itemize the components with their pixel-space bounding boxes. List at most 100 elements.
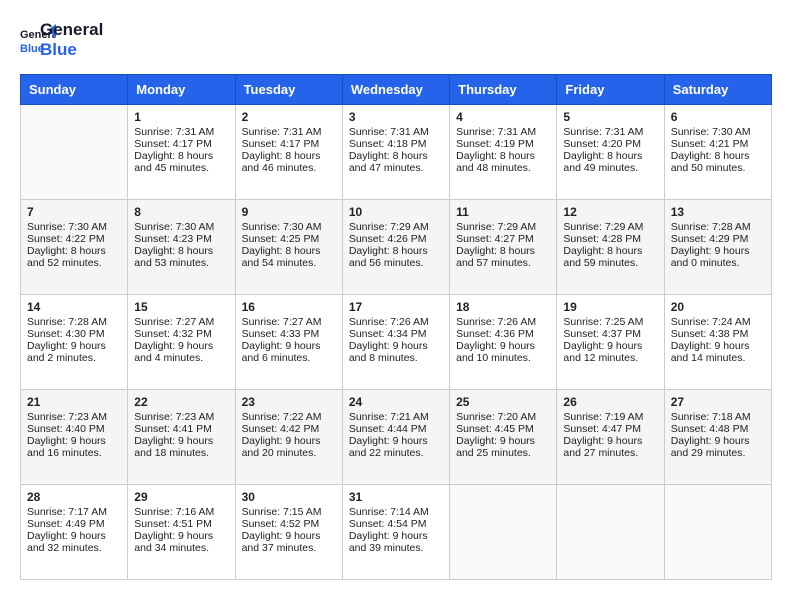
calendar-cell [664, 485, 771, 580]
calendar-week-5: 28 Sunrise: 7:17 AM Sunset: 4:49 PM Dayl… [21, 485, 772, 580]
sunset: Sunset: 4:23 PM [134, 233, 212, 245]
day-number: 24 [349, 395, 443, 409]
day-number: 29 [134, 490, 228, 504]
daylight: Daylight: 8 hours and 56 minutes. [349, 245, 428, 269]
day-number: 23 [242, 395, 336, 409]
day-number: 9 [242, 205, 336, 219]
day-number: 1 [134, 110, 228, 124]
day-number: 31 [349, 490, 443, 504]
sunrise: Sunrise: 7:31 AM [242, 126, 322, 138]
calendar-cell: 27 Sunrise: 7:18 AM Sunset: 4:48 PM Dayl… [664, 390, 771, 485]
sunrise: Sunrise: 7:20 AM [456, 411, 536, 423]
sunset: Sunset: 4:54 PM [349, 518, 427, 530]
daylight: Daylight: 9 hours and 12 minutes. [563, 340, 642, 364]
calendar-table: SundayMondayTuesdayWednesdayThursdayFrid… [20, 74, 772, 580]
day-number: 26 [563, 395, 657, 409]
sunset: Sunset: 4:18 PM [349, 138, 427, 150]
sunset: Sunset: 4:51 PM [134, 518, 212, 530]
day-number: 21 [27, 395, 121, 409]
calendar-cell: 29 Sunrise: 7:16 AM Sunset: 4:51 PM Dayl… [128, 485, 235, 580]
daylight: Daylight: 9 hours and 4 minutes. [134, 340, 213, 364]
day-number: 30 [242, 490, 336, 504]
calendar-cell: 17 Sunrise: 7:26 AM Sunset: 4:34 PM Dayl… [342, 295, 449, 390]
sunrise: Sunrise: 7:15 AM [242, 506, 322, 518]
calendar-cell: 26 Sunrise: 7:19 AM Sunset: 4:47 PM Dayl… [557, 390, 664, 485]
calendar-cell: 31 Sunrise: 7:14 AM Sunset: 4:54 PM Dayl… [342, 485, 449, 580]
sunrise: Sunrise: 7:29 AM [456, 221, 536, 233]
calendar-cell: 16 Sunrise: 7:27 AM Sunset: 4:33 PM Dayl… [235, 295, 342, 390]
calendar-cell: 9 Sunrise: 7:30 AM Sunset: 4:25 PM Dayli… [235, 200, 342, 295]
sunset: Sunset: 4:37 PM [563, 328, 641, 340]
sunrise: Sunrise: 7:29 AM [563, 221, 643, 233]
daylight: Daylight: 9 hours and 10 minutes. [456, 340, 535, 364]
col-header-monday: Monday [128, 75, 235, 105]
calendar-cell: 7 Sunrise: 7:30 AM Sunset: 4:22 PM Dayli… [21, 200, 128, 295]
sunset: Sunset: 4:27 PM [456, 233, 534, 245]
daylight: Daylight: 9 hours and 27 minutes. [563, 435, 642, 459]
col-header-tuesday: Tuesday [235, 75, 342, 105]
sunrise: Sunrise: 7:14 AM [349, 506, 429, 518]
day-number: 5 [563, 110, 657, 124]
daylight: Daylight: 9 hours and 8 minutes. [349, 340, 428, 364]
calendar-week-3: 14 Sunrise: 7:28 AM Sunset: 4:30 PM Dayl… [21, 295, 772, 390]
calendar-cell: 12 Sunrise: 7:29 AM Sunset: 4:28 PM Dayl… [557, 200, 664, 295]
sunrise: Sunrise: 7:23 AM [134, 411, 214, 423]
day-number: 20 [671, 300, 765, 314]
sunrise: Sunrise: 7:27 AM [134, 316, 214, 328]
calendar-cell: 6 Sunrise: 7:30 AM Sunset: 4:21 PM Dayli… [664, 105, 771, 200]
logo-general: General [40, 20, 103, 40]
day-number: 11 [456, 205, 550, 219]
sunrise: Sunrise: 7:31 AM [563, 126, 643, 138]
sunrise: Sunrise: 7:21 AM [349, 411, 429, 423]
daylight: Daylight: 8 hours and 46 minutes. [242, 150, 321, 174]
sunset: Sunset: 4:40 PM [27, 423, 105, 435]
sunrise: Sunrise: 7:28 AM [27, 316, 107, 328]
sunset: Sunset: 4:17 PM [134, 138, 212, 150]
calendar-cell: 23 Sunrise: 7:22 AM Sunset: 4:42 PM Dayl… [235, 390, 342, 485]
calendar-cell: 14 Sunrise: 7:28 AM Sunset: 4:30 PM Dayl… [21, 295, 128, 390]
calendar-cell: 13 Sunrise: 7:28 AM Sunset: 4:29 PM Dayl… [664, 200, 771, 295]
sunset: Sunset: 4:47 PM [563, 423, 641, 435]
day-number: 13 [671, 205, 765, 219]
sunrise: Sunrise: 7:16 AM [134, 506, 214, 518]
sunset: Sunset: 4:17 PM [242, 138, 320, 150]
daylight: Daylight: 8 hours and 59 minutes. [563, 245, 642, 269]
daylight: Daylight: 8 hours and 54 minutes. [242, 245, 321, 269]
col-header-saturday: Saturday [664, 75, 771, 105]
sunset: Sunset: 4:38 PM [671, 328, 749, 340]
sunset: Sunset: 4:33 PM [242, 328, 320, 340]
calendar-cell [21, 105, 128, 200]
sunset: Sunset: 4:44 PM [349, 423, 427, 435]
calendar-cell: 19 Sunrise: 7:25 AM Sunset: 4:37 PM Dayl… [557, 295, 664, 390]
calendar-cell: 18 Sunrise: 7:26 AM Sunset: 4:36 PM Dayl… [450, 295, 557, 390]
day-number: 19 [563, 300, 657, 314]
calendar-cell: 28 Sunrise: 7:17 AM Sunset: 4:49 PM Dayl… [21, 485, 128, 580]
sunset: Sunset: 4:42 PM [242, 423, 320, 435]
daylight: Daylight: 9 hours and 34 minutes. [134, 530, 213, 554]
daylight: Daylight: 8 hours and 52 minutes. [27, 245, 106, 269]
day-number: 7 [27, 205, 121, 219]
calendar-cell: 4 Sunrise: 7:31 AM Sunset: 4:19 PM Dayli… [450, 105, 557, 200]
daylight: Daylight: 8 hours and 53 minutes. [134, 245, 213, 269]
sunrise: Sunrise: 7:24 AM [671, 316, 751, 328]
day-number: 3 [349, 110, 443, 124]
calendar-cell: 3 Sunrise: 7:31 AM Sunset: 4:18 PM Dayli… [342, 105, 449, 200]
calendar-cell: 1 Sunrise: 7:31 AM Sunset: 4:17 PM Dayli… [128, 105, 235, 200]
day-number: 10 [349, 205, 443, 219]
sunrise: Sunrise: 7:18 AM [671, 411, 751, 423]
daylight: Daylight: 9 hours and 18 minutes. [134, 435, 213, 459]
sunrise: Sunrise: 7:30 AM [134, 221, 214, 233]
daylight: Daylight: 9 hours and 14 minutes. [671, 340, 750, 364]
col-header-thursday: Thursday [450, 75, 557, 105]
page-header: General Blue General Blue [20, 20, 772, 59]
day-number: 25 [456, 395, 550, 409]
logo-blue: Blue [40, 40, 103, 60]
calendar-header: SundayMondayTuesdayWednesdayThursdayFrid… [21, 75, 772, 105]
daylight: Daylight: 9 hours and 16 minutes. [27, 435, 106, 459]
sunset: Sunset: 4:36 PM [456, 328, 534, 340]
calendar-cell: 24 Sunrise: 7:21 AM Sunset: 4:44 PM Dayl… [342, 390, 449, 485]
daylight: Daylight: 9 hours and 37 minutes. [242, 530, 321, 554]
daylight: Daylight: 9 hours and 39 minutes. [349, 530, 428, 554]
sunrise: Sunrise: 7:19 AM [563, 411, 643, 423]
sunset: Sunset: 4:28 PM [563, 233, 641, 245]
